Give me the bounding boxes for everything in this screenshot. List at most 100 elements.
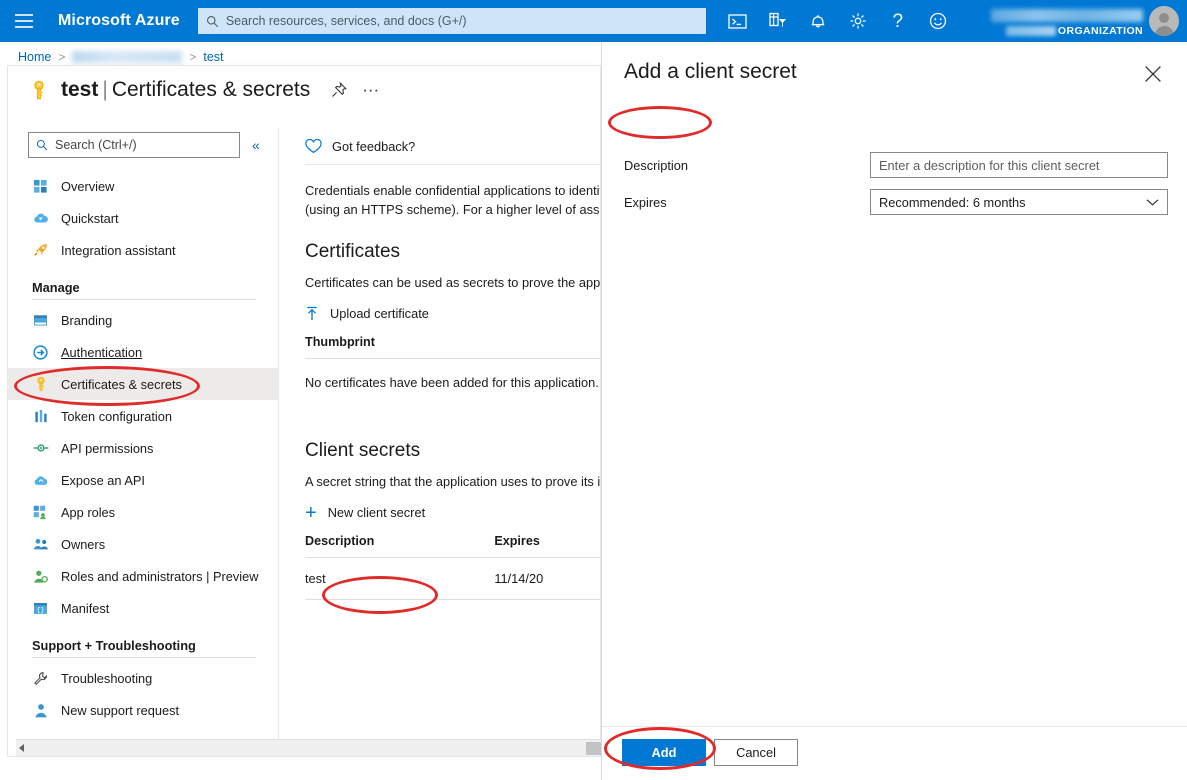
search-placeholder: Search (Ctrl+/): [55, 138, 137, 152]
breadcrumb-separator: >: [58, 50, 66, 64]
sidebar-item-new-support-request[interactable]: New support request: [8, 694, 278, 726]
field-expires: Expires Recommended: 6 months: [624, 189, 1168, 215]
sidebar-item-certificates-secrets[interactable]: Certificates & secrets: [8, 368, 278, 400]
cell-expires: 11/14/20: [494, 571, 544, 586]
got-feedback-button[interactable]: Got feedback?: [279, 128, 600, 164]
breadcrumb-current[interactable]: test: [203, 50, 223, 64]
cancel-button[interactable]: Cancel: [714, 739, 798, 766]
organization-line: ORGANIZATION: [1005, 25, 1143, 37]
sidebar-item-troubleshooting[interactable]: Troubleshooting: [8, 662, 278, 694]
page-title-row: test | Certificates & secrets ···: [28, 78, 379, 102]
blade-sidebar: Search (Ctrl+/) « Overview Quickstart In…: [8, 128, 278, 756]
feedback-smiley-icon[interactable]: [918, 0, 958, 42]
certificates-heading: Certificates: [305, 241, 401, 262]
sidebar-item-integration-assistant[interactable]: Integration assistant: [8, 234, 278, 266]
sidebar-item-authentication[interactable]: Authentication: [8, 336, 278, 368]
account-menu[interactable]: ORGANIZATION: [991, 0, 1179, 42]
divider: [602, 726, 1187, 727]
sidebar-item-token-configuration[interactable]: Token configuration: [8, 400, 278, 432]
sidebar-item-label: Overview: [61, 178, 115, 194]
help-question-icon[interactable]: ?: [878, 0, 918, 42]
quickstart-cloud-icon: [32, 210, 49, 227]
search-input[interactable]: Search (Ctrl+/): [28, 132, 240, 158]
breadcrumb-home[interactable]: Home: [18, 50, 51, 64]
sidebar-item-label: Certificates & secrets: [61, 376, 182, 392]
column-header-description: Description: [305, 534, 375, 548]
certificates-table-header: Thumbprint: [279, 321, 600, 358]
settings-gear-icon[interactable]: [838, 0, 878, 42]
app-registration-blade: test | Certificates & secrets ··· Search (…: [8, 66, 608, 756]
upload-icon: [307, 306, 317, 321]
sidebar-item-api-permissions[interactable]: API permissions: [8, 432, 278, 464]
breadcrumb-redacted-item[interactable]: [72, 51, 183, 63]
authentication-arrow-icon: [32, 344, 49, 361]
scroll-left-arrow-icon[interactable]: [19, 744, 24, 752]
chevron-down-icon: [1146, 198, 1159, 206]
client-secrets-heading: Client secrets: [305, 440, 421, 461]
sidebar-item-roles-and-administrators[interactable]: Roles and administrators | Preview: [8, 560, 278, 592]
certificates-secrets-content: Got feedback? Credentials enable confide…: [278, 128, 600, 756]
chevron-double-left-icon[interactable]: «: [252, 137, 260, 153]
sidebar-item-label: Integration assistant: [61, 242, 176, 258]
panel-expires-label: Expires: [624, 194, 667, 210]
sidebar-item-label: Troubleshooting: [61, 670, 153, 686]
column-header-thumbprint: Thumbprint: [305, 335, 375, 349]
field-description: Description Enter a description for this…: [624, 152, 1168, 178]
roles-admin-icon: [32, 568, 49, 585]
directory-filter-icon[interactable]: [758, 0, 798, 42]
sidebar-item-expose-an-api[interactable]: Expose an API: [8, 464, 278, 496]
close-icon[interactable]: [1143, 64, 1163, 84]
sidebar-group-support: Support + Troubleshooting: [32, 638, 196, 653]
column-header-expires: Expires: [494, 534, 540, 548]
ellipsis-icon[interactable]: ···: [362, 81, 379, 98]
sidebar-item-label: Roles and administrators | Preview: [61, 568, 259, 584]
sidebar-item-label: Branding: [61, 312, 113, 328]
key-icon: [34, 80, 44, 100]
sidebar-item-quickstart[interactable]: Quickstart: [8, 202, 278, 234]
wrench-icon: [32, 670, 49, 687]
sidebar-item-label: Authentication: [61, 344, 143, 360]
sidebar-item-label: API permissions: [61, 440, 154, 456]
table-row[interactable]: test 11/14/20: [279, 558, 600, 599]
sidebar-item-label: Owners: [61, 536, 106, 552]
sidebar-item-label: Token configuration: [61, 408, 172, 424]
sidebar-item-overview[interactable]: Overview: [8, 170, 278, 202]
notifications-bell-icon[interactable]: [798, 0, 838, 42]
manifest-icon: {}: [32, 600, 49, 617]
pin-icon[interactable]: [330, 81, 348, 99]
avatar[interactable]: [1149, 6, 1179, 36]
cloud-shell-icon[interactable]: [718, 0, 758, 42]
sidebar-item-owners[interactable]: Owners: [8, 528, 278, 560]
owners-people-icon: [32, 536, 49, 553]
new-client-secret-button[interactable]: + New client secret: [279, 489, 600, 523]
add-button[interactable]: Add: [622, 739, 706, 766]
expose-api-cloud-icon: [32, 472, 49, 489]
upload-certificate-label: Upload certificate: [330, 306, 429, 321]
global-search-input[interactable]: Search resources, services, and docs (G+…: [197, 8, 706, 34]
organization-label: ORGANIZATION: [1057, 25, 1143, 37]
upload-certificate-button[interactable]: Upload certificate: [279, 290, 600, 321]
new-client-secret-label: New client secret: [327, 505, 426, 520]
description-placeholder: Enter a description for this client secr…: [879, 157, 1100, 173]
certificates-description: Certificates can be used as secrets to p…: [305, 275, 600, 290]
page-title: test | Certificates & secrets: [61, 78, 310, 102]
hamburger-icon[interactable]: [0, 0, 48, 42]
horizontal-scrollbar[interactable]: [16, 739, 608, 756]
key-icon: [32, 376, 49, 393]
account-name-redacted: [991, 9, 1143, 22]
search-icon: [206, 15, 218, 27]
panel-title: Add a client secret: [624, 60, 797, 83]
page-title-section: Certificates & secrets: [111, 78, 311, 101]
api-permissions-icon: [32, 440, 49, 457]
description-input[interactable]: Enter a description for this client secr…: [870, 152, 1168, 178]
brand-logo[interactable]: Microsoft Azure: [58, 12, 180, 30]
divider: [32, 657, 256, 658]
sidebar-item-branding[interactable]: Branding: [8, 304, 278, 336]
sidebar-item-label: Manifest: [61, 600, 110, 616]
panel-description-label: Description: [624, 157, 689, 173]
expires-dropdown[interactable]: Recommended: 6 months: [870, 189, 1168, 215]
panel-actions: Add Cancel: [622, 739, 798, 766]
sidebar-item-app-roles[interactable]: App roles: [8, 496, 278, 528]
page-title-app: test: [61, 78, 99, 101]
sidebar-item-manifest[interactable]: {} Manifest: [8, 592, 278, 624]
